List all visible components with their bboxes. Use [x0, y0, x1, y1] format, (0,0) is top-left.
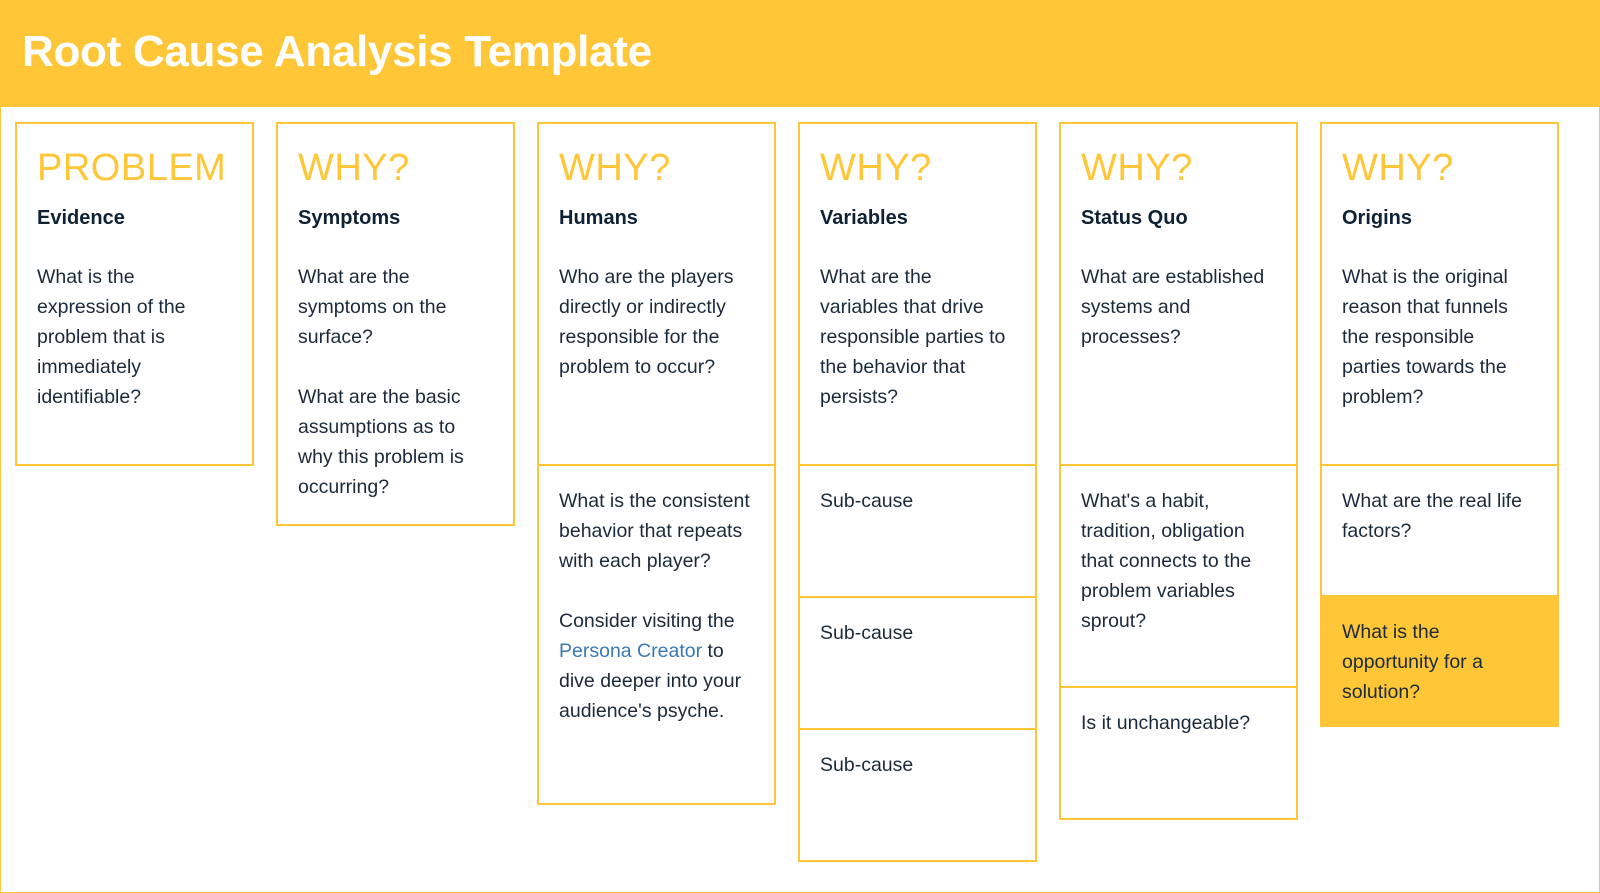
unchangeable-cell[interactable]: Is it unchangeable?	[1059, 686, 1298, 820]
column-problem: PROBLEM Evidence What is the expression …	[15, 122, 254, 466]
humans-behavior-cell[interactable]: What is the consistent behavior that rep…	[537, 464, 776, 805]
column-question: What is the original reason that funnels…	[1342, 266, 1508, 408]
column-question: What are the basic assumptions as to why…	[298, 386, 464, 498]
sub-cause-cell[interactable]: Sub-cause	[798, 728, 1037, 862]
cell-text: What is the consistent behavior that rep…	[559, 490, 750, 572]
column-question: What is the expression of the problem th…	[37, 266, 186, 408]
cell-text: Sub-cause	[820, 754, 914, 776]
humans-card[interactable]: WHY? Humans Who are the players directly…	[537, 122, 776, 466]
sub-cause-cell[interactable]: Sub-cause	[798, 464, 1037, 598]
column-subheading: Evidence	[37, 207, 125, 229]
cell-text: What are the real life factors?	[1342, 490, 1522, 542]
column-heading: WHY?	[1342, 147, 1454, 189]
page-header: Root Cause Analysis Template	[0, 0, 1600, 107]
column-question: What are established systems and process…	[1081, 266, 1265, 348]
column-heading: WHY?	[298, 147, 410, 189]
cell-text: Is it unchangeable?	[1081, 712, 1251, 734]
column-origins: WHY? Origins What is the original reason…	[1320, 122, 1559, 727]
column-question: Who are the players directly or indirect…	[559, 266, 734, 378]
column-subheading: Symptoms	[298, 207, 401, 229]
origins-card[interactable]: WHY? Origins What is the original reason…	[1320, 122, 1559, 466]
sub-cause-cell[interactable]: Sub-cause	[798, 596, 1037, 730]
column-variables: WHY? Variables What are the variables th…	[798, 122, 1037, 862]
cell-text: What's a habit, tradition, obligation th…	[1081, 490, 1252, 632]
column-question: What are the variables that drive respon…	[820, 266, 1006, 408]
real-life-factors-cell[interactable]: What are the real life factors?	[1320, 464, 1559, 597]
column-status-quo: WHY? Status Quo What are established sys…	[1059, 122, 1298, 820]
column-heading: WHY?	[559, 147, 671, 189]
column-symptoms: WHY? Symptoms What are the symptoms on t…	[276, 122, 515, 526]
symptoms-card[interactable]: WHY? Symptoms What are the symptoms on t…	[276, 122, 515, 526]
cell-text-before-link: Consider visiting the	[559, 610, 735, 632]
cell-text: What is the opportunity for a solution?	[1342, 621, 1483, 703]
column-subheading: Humans	[559, 207, 638, 229]
column-humans: WHY? Humans Who are the players directly…	[537, 122, 776, 805]
cell-text: Sub-cause	[820, 490, 914, 512]
column-heading: WHY?	[820, 147, 932, 189]
column-subheading: Variables	[820, 207, 908, 229]
habit-cell[interactable]: What's a habit, tradition, obligation th…	[1059, 464, 1298, 688]
cell-text: Sub-cause	[820, 622, 914, 644]
problem-card[interactable]: PROBLEM Evidence What is the expression …	[15, 122, 254, 466]
persona-creator-link[interactable]: Persona Creator	[559, 640, 702, 662]
column-heading: WHY?	[1081, 147, 1193, 189]
solution-opportunity-cell[interactable]: What is the opportunity for a solution?	[1320, 595, 1559, 727]
column-subheading: Origins	[1342, 207, 1413, 229]
column-heading: PROBLEM	[37, 147, 227, 189]
column-question: What are the symptoms on the surface?	[298, 266, 447, 348]
cell-text-persona: Consider visiting the Persona Creator to…	[559, 606, 754, 726]
column-subheading: Status Quo	[1081, 207, 1188, 229]
page-title: Root Cause Analysis Template	[22, 27, 652, 76]
variables-card[interactable]: WHY? Variables What are the variables th…	[798, 122, 1037, 466]
status-quo-card[interactable]: WHY? Status Quo What are established sys…	[1059, 122, 1298, 466]
